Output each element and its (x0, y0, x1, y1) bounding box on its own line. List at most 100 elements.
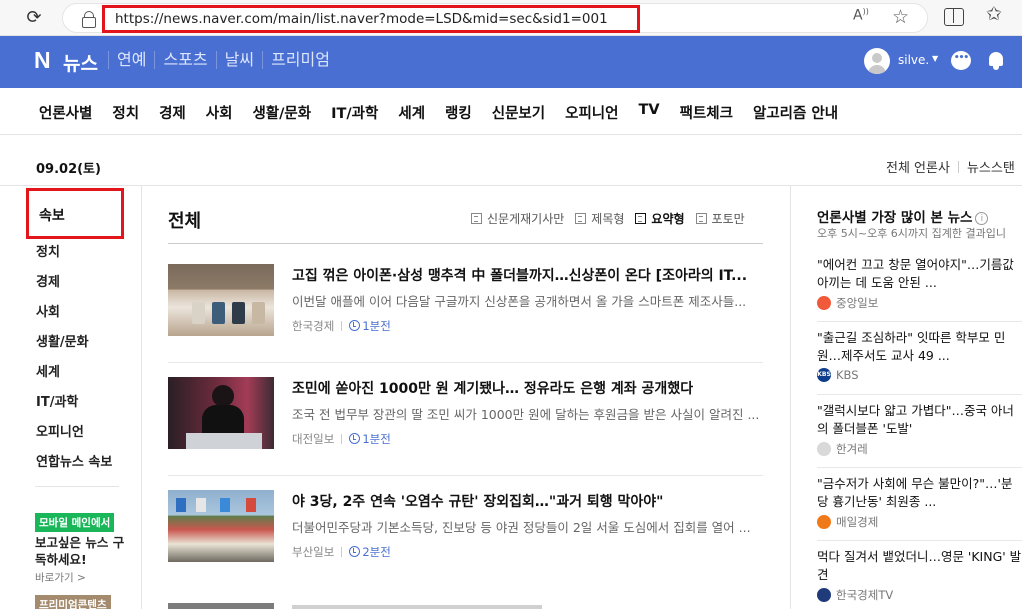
chevron-down-icon[interactable]: ▼ (932, 54, 938, 63)
divider (341, 434, 343, 444)
article-headline[interactable]: 고집 꺾은 아이폰·삼성 맹추격 中 폴더블까지…신상폰이 온다 [조아라의 I… (292, 265, 764, 285)
press-row: 한겨레 (817, 441, 1022, 457)
right-rail: 언론사별 가장 많이 본 뉴스 i 오후 5시~오후 6시까지 집계한 결과입니 … (790, 185, 1022, 609)
article-headline[interactable]: 야 3당, 2주 연속 '오염수 규탄' 장외집회…"과거 퇴행 막아야" (292, 491, 764, 511)
section-tv[interactable]: TV (638, 102, 659, 123)
sidebar-item-life[interactable]: 생활/문화 (36, 335, 112, 365)
premium-badge[interactable]: 프리미엄콘텐츠 (35, 595, 111, 609)
section-politics[interactable]: 정치 (112, 102, 139, 123)
article-meta: 대전일보 1분전 (292, 431, 391, 447)
press-name[interactable]: 매일경제 (836, 514, 878, 530)
sidebar-item-it[interactable]: IT/과학 (36, 395, 112, 425)
tab-summary-view[interactable]: 요약형 (635, 210, 685, 227)
article-time: 1분전 (362, 319, 391, 333)
rail-headline[interactable]: 먹다 질겨서 뱉었더니…영문 'KING' 발견 (817, 548, 1022, 584)
newsstand-link[interactable]: 뉴스스탠 (967, 161, 1015, 176)
sidebar-list: 정치 경제 사회 생활/문화 세계 IT/과학 오피니언 연합뉴스 속보 (36, 245, 112, 485)
url-text[interactable]: https://news.naver.com/main/list.naver?m… (102, 5, 640, 33)
section-algorithm[interactable]: 알고리즘 안내 (753, 102, 838, 123)
header-nav-entertainment[interactable]: 연예 (108, 51, 154, 69)
username[interactable]: silve. (898, 53, 929, 67)
article-thumbnail[interactable] (168, 490, 274, 562)
press-name[interactable]: 한겨레 (836, 441, 868, 457)
article-press[interactable]: 부산일보 (292, 545, 334, 559)
press-name[interactable]: 중앙일보 (836, 295, 878, 311)
rail-title-text: 언론사별 가장 많이 본 뉴스 (817, 210, 973, 226)
press-row: 중앙일보 (817, 295, 1022, 311)
article-lede: 더불어민주당과 기본소득당, 진보당 등 야권 정당들이 2일 서울 도심에서 … (292, 520, 751, 535)
header-nav-sports[interactable]: 스포츠 (154, 51, 215, 69)
split-screen-icon[interactable] (944, 8, 964, 26)
flag-shape (196, 498, 206, 512)
article-headline[interactable]: 조민에 쏟아진 1000만 원 계기됐나… 정유라도 은행 계좌 공개했다 (292, 378, 764, 398)
section-world[interactable]: 세계 (398, 102, 425, 123)
article-press[interactable]: 대전일보 (292, 432, 334, 446)
sidebar-item-breaking[interactable]: 속보 (39, 205, 65, 225)
tab-title-view[interactable]: 제목형 (575, 210, 624, 227)
tab-label: 신문게재기사만 (487, 212, 565, 226)
read-aloud-icon[interactable]: A)) (853, 7, 869, 24)
avatar[interactable] (864, 48, 890, 74)
rail-headline[interactable]: "금수저가 사회에 무슨 불만이?"…'분당 흉기난동' 최원종 ... (817, 475, 1022, 511)
header-nav-weather[interactable]: 날씨 (215, 51, 262, 69)
promo-text[interactable]: 보고싶은 뉴스 구독하세요! (35, 534, 125, 568)
section-press[interactable]: 언론사별 (39, 102, 92, 123)
sidebar-item-yonhap[interactable]: 연합뉴스 속보 (36, 455, 112, 485)
article-thumbnail[interactable] (168, 264, 274, 336)
sidebar-item-society[interactable]: 사회 (36, 305, 112, 335)
rail-headline[interactable]: "출근길 조심하라" 잇따른 학부모 민원…제주서도 교사 49 ... (817, 329, 1022, 365)
article-headline-partial[interactable] (292, 603, 542, 609)
header-nav-premium[interactable]: 프리미엄 (262, 51, 338, 69)
top-links: 전체 언론사 뉴스스탠 (886, 157, 1015, 176)
refresh-icon[interactable]: ⟳ (22, 6, 46, 30)
section-opinion[interactable]: 오피니언 (565, 102, 618, 123)
info-icon[interactable]: i (975, 212, 989, 225)
article-thumbnail[interactable] (168, 377, 274, 449)
section-newspaper[interactable]: 신문보기 (492, 102, 545, 123)
tab-print-only[interactable]: 신문게재기사만 (471, 210, 564, 227)
list-item: "에어컨 끄고 창문 열어야지"…기름값 아끼는 데 도움 안된 ... 중앙일… (817, 256, 1022, 311)
rail-headline[interactable]: "에어컨 끄고 창문 열어야지"…기름값 아끼는 데 도움 안된 ... (817, 256, 1022, 292)
rail-subtitle: 오후 5시~오후 6시까지 집계한 결과입니 (817, 227, 1006, 240)
sidebar-item-economy[interactable]: 경제 (36, 275, 112, 305)
section-factcheck[interactable]: 팩트체크 (680, 102, 733, 123)
divider (168, 475, 763, 476)
favorites-icon[interactable]: ✩ (986, 3, 1002, 25)
article-thumbnail-partial[interactable] (168, 603, 274, 609)
news-logo[interactable]: 뉴스 (63, 49, 98, 76)
section-it[interactable]: IT/과학 (331, 102, 378, 123)
promo-link[interactable]: 바로가기 > (35, 570, 86, 585)
list-item: "갤럭시보다 얇고 가볍다"…중국 아너의 폴더블폰 '도발' 한겨레 (817, 402, 1022, 457)
chat-icon[interactable]: ••• (951, 51, 971, 70)
list-item: 조민에 쏟아진 1000만 원 계기됐나… 정유라도 은행 계좌 공개했다 조국… (168, 377, 764, 489)
section-ranking[interactable]: 랭킹 (445, 102, 472, 123)
page-title: 전체 (168, 211, 202, 232)
naver-logo[interactable]: N (34, 47, 51, 74)
divider (817, 394, 1022, 395)
article-time: 2분전 (362, 545, 391, 559)
tab-label: 포토만 (711, 212, 745, 226)
sidebar-item-politics[interactable]: 정치 (36, 245, 112, 275)
section-nav: 언론사별 정치 경제 사회 생활/문화 IT/과학 세계 랭킹 신문보기 오피니… (0, 88, 1022, 135)
star-icon[interactable]: ☆ (892, 6, 909, 28)
clock-icon (349, 433, 361, 444)
address-bar[interactable]: https://news.naver.com/main/list.naver?m… (62, 3, 928, 33)
tab-photo-view[interactable]: 포토만 (695, 210, 745, 227)
list-item: 먹다 질겨서 뱉었더니…영문 'KING' 발견 한국경제TV (817, 548, 1022, 603)
desk-shape (186, 433, 262, 449)
rail-headline[interactable]: "갤럭시보다 얇고 가볍다"…중국 아너의 폴더블폰 '도발' (817, 402, 1022, 438)
press-name[interactable]: KBS (836, 368, 859, 382)
bell-icon[interactable] (987, 51, 1005, 71)
list-item: "금수저가 사회에 무슨 불만이?"…'분당 흉기난동' 최원종 ... 매일경… (817, 475, 1022, 530)
section-economy[interactable]: 경제 (159, 102, 186, 123)
lock-icon[interactable] (81, 11, 96, 28)
divider (957, 161, 959, 173)
press-name[interactable]: 한국경제TV (836, 587, 893, 603)
sidebar-item-opinion[interactable]: 오피니언 (36, 425, 112, 455)
all-press-link[interactable]: 전체 언론사 (886, 161, 950, 176)
sidebar-item-world[interactable]: 세계 (36, 365, 112, 395)
section-life[interactable]: 생활/문화 (252, 102, 311, 123)
section-society[interactable]: 사회 (206, 102, 233, 123)
promo-badge: 모바일 메인에서 (35, 513, 115, 532)
article-press[interactable]: 한국경제 (292, 319, 334, 333)
